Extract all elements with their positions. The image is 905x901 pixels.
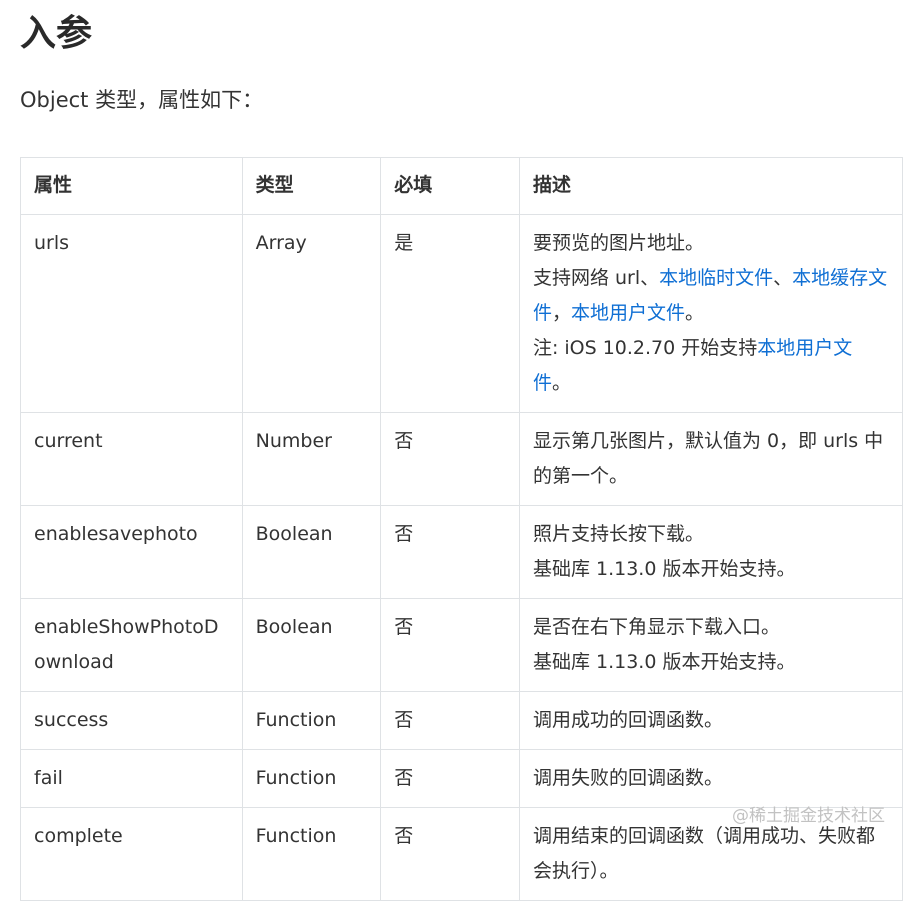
desc-text: 显示第几张图片，默认值为 0，即 urls 中的第一个。 <box>532 430 884 487</box>
desc-text: 是否在右下角显示下载入口。 <box>532 616 780 638</box>
param-required-cell: 否 <box>380 598 520 692</box>
desc-text: 注: iOS 10.2.70 开始支持 <box>532 337 758 359</box>
table-row: enableShowPhotoDownload Boolean 否是否在右下角显示下… <box>20 598 904 692</box>
table-row: success Function 否调用成功的回调函数。 <box>20 691 904 750</box>
intro-text: Object 类型，属性如下： <box>20 88 264 112</box>
header-required: 必填 <box>380 157 520 215</box>
param-type-cell: Boolean <box>241 598 382 692</box>
page-title: 入参 <box>20 13 93 54</box>
table-row: urls Array 是要预览的图片地址。支持网络 url、本地临时文件、本地缓存文… <box>20 214 904 413</box>
desc-line: 显示第几张图片，默认值为 0，即 urls 中的第一个。 <box>533 424 889 494</box>
doc-link[interactable]: 本地临时文件 <box>659 267 773 289</box>
table-row: enablesavephoto Boolean 否照片支持长按下载。基础库 1.13… <box>20 505 904 599</box>
desc-text: 调用成功的回调函数。 <box>532 709 723 731</box>
desc-text: 照片支持长按下载。 <box>532 523 704 545</box>
desc-text: 要预览的图片地址。 <box>532 232 704 254</box>
watermark: @稀土掘金技术社区 <box>732 806 885 826</box>
table-row: current Number 否显示第几张图片，默认值为 0，即 urls 中的第一… <box>20 412 904 506</box>
header-type: 类型 <box>241 157 382 215</box>
desc-line: 基础库 1.13.0 版本开始支持。 <box>533 552 889 587</box>
desc-text: 调用结束的回调函数（调用成功、失败都会执行）。 <box>532 825 875 882</box>
table-header-row: 属性 类型 必填 描述 <box>20 157 904 215</box>
param-type-cell: Function <box>241 807 382 901</box>
param-name-cell: fail <box>20 749 243 808</box>
desc-line: 照片支持长按下载。 <box>533 517 889 552</box>
desc-line: 要预览的图片地址。 <box>533 226 889 261</box>
params-table: 属性 类型 必填 描述 urls Array 是要预览的图片地址。 支持网络 url、… <box>20 157 904 901</box>
desc-line: 是否在右下角显示下载入口。 <box>533 610 889 645</box>
desc-line: 调用失败的回调函数。 <box>533 761 889 796</box>
param-desc-cell: 照片支持长按下载。基础库 1.13.0 版本开始支持。 <box>518 505 904 599</box>
param-desc-cell: 要预览的图片地址。 支持网络 url、本地临时文件、本地缓存文件，本地用户文件。注… <box>518 214 904 413</box>
param-name-cell: complete <box>20 807 243 901</box>
param-name-cell: current <box>20 412 243 506</box>
param-type-cell: Function <box>241 749 382 808</box>
param-name-cell: success <box>20 691 243 750</box>
param-required-cell: 是 <box>380 214 520 413</box>
param-required-cell: 否 <box>380 412 520 506</box>
param-desc-cell: 是否在右下角显示下载入口。 基础库 1.13.0 版本开始支持。 <box>518 598 904 692</box>
desc-text: 调用失败的回调函数。 <box>532 767 723 789</box>
param-required-cell: 否 <box>380 807 520 901</box>
desc-text: 。 <box>551 372 571 394</box>
param-type-cell: Number <box>241 412 382 506</box>
desc-line: 调用成功的回调函数。 <box>533 703 889 738</box>
header-desc: 描述 <box>518 157 904 215</box>
param-name-cell: urls <box>20 214 243 413</box>
desc-text: 、 <box>773 267 793 289</box>
param-desc-cell: 调用失败的回调函数。 <box>518 749 904 808</box>
table-body: urls Array 是要预览的图片地址。支持网络 url、本地临时文件、本地缓存文… <box>20 214 904 901</box>
table-row: fail Function 否调用失败的回调函数。 <box>20 749 904 808</box>
desc-line: 基础库 1.13.0 版本开始支持。 <box>533 645 889 680</box>
param-type-cell: Array <box>241 214 382 413</box>
desc-line: 调用结束的回调函数（调用成功、失败都会执行）。 <box>533 819 889 889</box>
param-name-cell: enableShowPhotoDownload <box>20 598 243 692</box>
desc-text: 基础库 1.13.0 版本开始支持。 <box>532 558 796 580</box>
desc-text: 基础库 1.13.0 版本开始支持。 <box>532 651 796 673</box>
param-required-cell: 否 <box>380 749 520 808</box>
desc-text: 支持网络 url、 <box>532 267 660 289</box>
param-name-cell: enablesavephoto <box>20 505 243 599</box>
param-desc-cell: 显示第几张图片，默认值为 0，即 urls 中的第一个。 <box>518 412 904 506</box>
param-required-cell: 否 <box>380 505 520 599</box>
desc-text: 。 <box>684 302 704 324</box>
param-required-cell: 否 <box>380 691 520 750</box>
desc-line: 支持网络 url、本地临时文件、本地缓存文件，本地用户文件。 <box>533 261 889 331</box>
desc-text: ， <box>551 302 571 324</box>
param-type-cell: Function <box>241 691 382 750</box>
header-name: 属性 <box>20 157 243 215</box>
param-type-cell: Boolean <box>241 505 382 599</box>
desc-line: 注: iOS 10.2.70 开始支持本地用户文件。 <box>533 331 889 401</box>
param-desc-cell: 调用成功的回调函数。 <box>518 691 904 750</box>
doc-link[interactable]: 本地用户文件 <box>571 302 685 324</box>
